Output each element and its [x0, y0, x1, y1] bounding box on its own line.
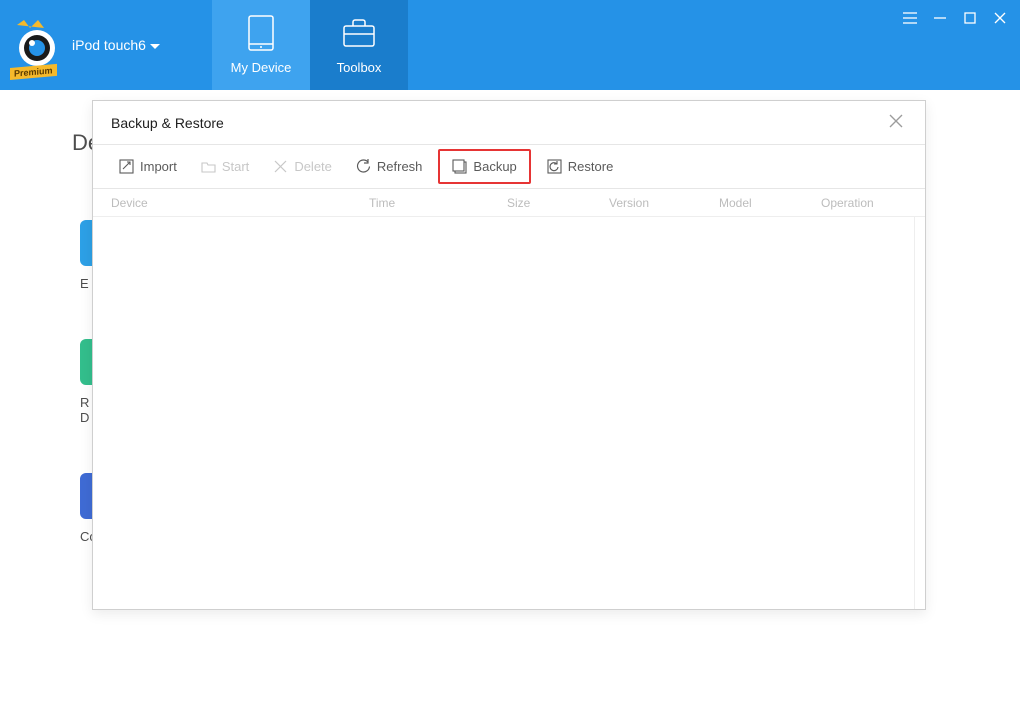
dialog-toolbar: Import Start Delete Refresh Backup: [93, 145, 925, 189]
restore-icon: [547, 159, 562, 174]
start-button: Start: [191, 153, 259, 180]
app-header: Premium iPod touch6 My Device: [0, 0, 1020, 90]
sidebar-item-label: E: [80, 276, 89, 291]
restore-button[interactable]: Restore: [537, 153, 624, 180]
folder-icon: [201, 159, 216, 174]
tab-label: Toolbox: [337, 60, 382, 75]
tab-label: My Device: [231, 60, 292, 75]
table-header-row: Device Time Size Version Model Operation: [93, 189, 925, 217]
backup-restore-dialog: Backup & Restore Import Start Delete: [92, 100, 926, 610]
button-label: Import: [140, 159, 177, 174]
dialog-close-button[interactable]: [889, 114, 907, 132]
button-label: Refresh: [377, 159, 423, 174]
device-name-label: iPod touch6: [72, 37, 146, 53]
maximize-icon[interactable]: [962, 10, 978, 26]
tab-my-device[interactable]: My Device: [212, 0, 310, 90]
toolbox-icon: [342, 16, 376, 50]
delete-icon: [273, 159, 288, 174]
sidebar-item-label: RD: [80, 395, 89, 425]
close-icon[interactable]: [992, 10, 1008, 26]
menu-icon[interactable]: [902, 10, 918, 26]
device-icon: [244, 16, 278, 50]
backup-button[interactable]: Backup: [438, 149, 530, 184]
import-button[interactable]: Import: [109, 153, 187, 180]
backup-icon: [452, 159, 467, 174]
device-selector[interactable]: iPod touch6: [72, 37, 160, 53]
column-header-model[interactable]: Model: [701, 196, 803, 210]
button-label: Start: [222, 159, 249, 174]
refresh-icon: [356, 159, 371, 174]
button-label: Backup: [473, 159, 516, 174]
button-label: Delete: [294, 159, 332, 174]
chevron-down-icon: [150, 37, 160, 53]
column-header-version[interactable]: Version: [591, 196, 701, 210]
refresh-button[interactable]: Refresh: [346, 153, 433, 180]
column-header-size[interactable]: Size: [489, 196, 591, 210]
column-header-time[interactable]: Time: [351, 196, 489, 210]
app-logo: Premium: [12, 20, 62, 70]
header-tabs: My Device Toolbox: [212, 0, 408, 90]
dialog-header: Backup & Restore: [93, 101, 925, 145]
premium-badge: Premium: [10, 64, 57, 80]
table-body-empty: [93, 217, 915, 609]
button-label: Restore: [568, 159, 614, 174]
minimize-icon[interactable]: [932, 10, 948, 26]
brand-area: Premium iPod touch6: [0, 0, 212, 90]
column-header-operation[interactable]: Operation: [803, 196, 905, 210]
import-icon: [119, 159, 134, 174]
column-header-device[interactable]: Device: [93, 196, 351, 210]
window-controls: [902, 10, 1008, 26]
dialog-title: Backup & Restore: [111, 115, 224, 131]
delete-button: Delete: [263, 153, 342, 180]
tab-toolbox[interactable]: Toolbox: [310, 0, 408, 90]
